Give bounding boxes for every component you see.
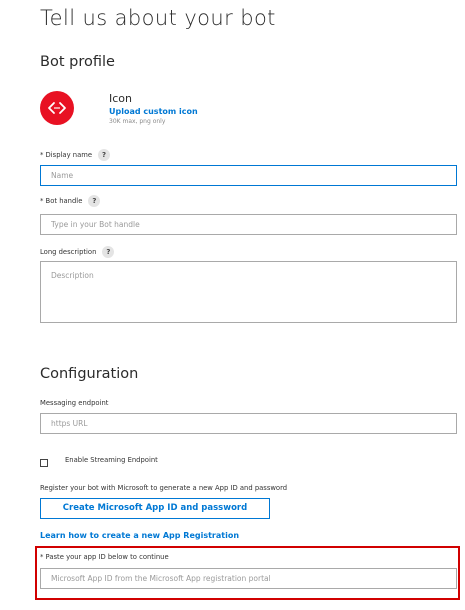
page-title: Tell us about your bot (40, 6, 276, 30)
bot-handle-input[interactable] (40, 214, 457, 235)
bot-profile-heading: Bot profile (40, 54, 115, 70)
display-name-help-icon[interactable]: ? (98, 149, 111, 161)
bot-registration-form: Tell us about your bot Bot profile Icon … (0, 0, 465, 610)
long-description-label: Long description (40, 248, 97, 256)
display-name-input[interactable] (40, 165, 457, 186)
messaging-endpoint-label: Messaging endpoint (40, 399, 109, 407)
long-description-label-row: Long description ? (40, 246, 115, 258)
long-description-help-icon[interactable]: ? (102, 246, 115, 258)
create-app-id-button[interactable]: Create Microsoft App ID and password (40, 498, 270, 519)
enable-streaming-label: Enable Streaming Endpoint (65, 456, 158, 464)
code-brackets-icon (48, 102, 66, 114)
app-id-input[interactable] (40, 568, 457, 589)
bot-handle-label: * Bot handle (40, 197, 83, 205)
app-id-label: * Paste your app ID below to continue (40, 553, 169, 561)
configuration-heading: Configuration (40, 366, 139, 382)
learn-app-registration-link[interactable]: Learn how to create a new App Registrati… (40, 531, 239, 540)
bot-avatar-icon (40, 91, 74, 125)
icon-label: Icon (109, 92, 132, 105)
upload-custom-icon-link[interactable]: Upload custom icon (109, 107, 198, 116)
long-description-textarea[interactable] (40, 261, 457, 323)
enable-streaming-checkbox[interactable] (40, 459, 48, 467)
register-instructions: Register your bot with Microsoft to gene… (40, 484, 288, 492)
bot-handle-help-icon[interactable]: ? (88, 195, 101, 207)
bot-handle-label-row: * Bot handle ? (40, 195, 101, 207)
upload-hint: 30K max, png only (109, 118, 166, 125)
display-name-label-row: * Display name ? (40, 149, 111, 161)
messaging-endpoint-input[interactable] (40, 413, 457, 434)
display-name-label: * Display name (40, 151, 93, 159)
